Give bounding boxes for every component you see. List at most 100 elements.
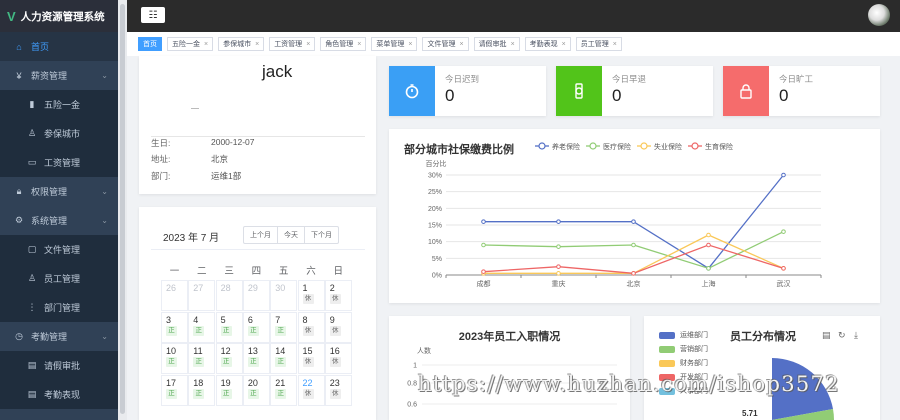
tag-9[interactable]: 员工管理 × [575, 37, 622, 51]
data-point[interactable] [781, 172, 786, 178]
legend-item[interactable]: 财务部门 [659, 358, 708, 368]
close-icon[interactable]: × [511, 41, 515, 48]
sidebar-item-12[interactable]: ▤ 考勤表现 [0, 380, 118, 409]
calendar-day[interactable]: 3正 [161, 311, 188, 343]
data-point[interactable] [481, 219, 486, 224]
calendar-day[interactable]: 14 正 [270, 343, 298, 374]
calendar-day[interactable]: 30 [270, 280, 298, 311]
data-point[interactable] [556, 271, 561, 276]
calendar-day[interactable]: 1休 [297, 280, 325, 311]
calendar-day[interactable]: 26 [161, 280, 188, 311]
stat-icon-box [556, 66, 602, 116]
calendar-day[interactable]: 17 正 [161, 374, 188, 406]
today-button[interactable]: 今天 [278, 227, 305, 243]
user-avatar[interactable] [868, 4, 890, 26]
close-icon[interactable]: × [613, 41, 617, 48]
calendar-title: 2023 年 7 月 [163, 233, 220, 244]
tag-5[interactable]: 菜单管理 × [371, 37, 418, 51]
sidebar-item-2[interactable]: ▮ 五险一金 [0, 90, 118, 119]
sidebar-item-1[interactable]: ¥ 薪资管理 ⌄ [0, 61, 118, 90]
calendar-day[interactable]: 23 休 [324, 374, 352, 406]
tag-8[interactable]: 考勤表现 × [524, 37, 571, 51]
hamburger-toggle-button[interactable]: ☷ [141, 7, 165, 23]
calendar-day[interactable]: 8休 [297, 311, 325, 343]
calendar-day[interactable]: 6正 [242, 311, 270, 343]
data-point[interactable] [706, 266, 711, 271]
data-point[interactable] [781, 266, 786, 271]
sidebar-item-0[interactable]: ⌂ 首页 [0, 32, 118, 61]
calendar-day[interactable]: 2休 [324, 280, 352, 311]
data-point[interactable] [706, 242, 711, 248]
data-point[interactable] [481, 269, 486, 274]
calendar-day[interactable]: 7正 [270, 311, 298, 343]
data-point[interactable] [556, 264, 561, 269]
calendar-day[interactable]: 18 正 [188, 374, 216, 406]
dept-value: 运维1部 [211, 171, 242, 181]
calendar-day[interactable]: 15 休 [297, 343, 325, 374]
calendar-day[interactable]: 28 [215, 280, 243, 311]
sidebar-item-7[interactable]: ▢ 文件管理 [0, 235, 118, 264]
close-icon[interactable]: × [255, 41, 259, 48]
day-number: 2 [329, 283, 335, 293]
legend-label[interactable]: 生育保险 [705, 142, 733, 151]
sidebar-item-6[interactable]: ⚙ 系统管理 ⌄ [0, 206, 118, 235]
data-point[interactable] [781, 229, 786, 234]
stat-card-early-leave: 今日早退 0 [556, 66, 713, 116]
address-value: 北京 [211, 154, 229, 164]
app-brand[interactable]: V 人力资源管理系统 [0, 0, 118, 32]
calendar-day[interactable]: 21 正 [270, 374, 298, 406]
data-point[interactable] [706, 232, 711, 238]
next-month-button[interactable]: 下个月 [305, 227, 338, 243]
calendar-day[interactable]: 27 [188, 280, 216, 311]
prev-month-button[interactable]: 上个月 [244, 227, 278, 243]
data-point[interactable] [631, 219, 636, 224]
data-point[interactable] [631, 242, 636, 248]
calendar-day[interactable]: 19 正 [215, 374, 243, 406]
sidebar-item-10[interactable]: ◷ 考勤管理 ⌄ [0, 322, 118, 351]
close-icon[interactable]: × [562, 41, 566, 48]
data-point[interactable] [481, 242, 486, 248]
tag-4[interactable]: 角色管理 × [320, 37, 367, 51]
legend-label[interactable]: 失业保险 [654, 142, 682, 151]
sidebar-item-4[interactable]: ▭ 工资管理 [0, 148, 118, 177]
tag-2[interactable]: 参保城市 × [218, 37, 265, 51]
calendar-day[interactable]: 16 休 [324, 343, 352, 374]
calendar-day[interactable]: 12 正 [215, 343, 243, 374]
sidebar-item-9[interactable]: ⋮ 部门管理 [0, 293, 118, 322]
calendar-day[interactable]: 22 休 [297, 374, 325, 406]
tag-6[interactable]: 文件管理 × [422, 37, 469, 51]
calendar-day[interactable]: 13 正 [242, 343, 270, 374]
close-icon[interactable]: × [408, 41, 412, 48]
document-icon: ▤ [27, 389, 37, 399]
sidebar-item-5[interactable]: 🔒︎ 权限管理 ⌄ [0, 177, 118, 206]
data-point[interactable] [556, 244, 561, 249]
calendar-day[interactable]: 20 正 [242, 374, 270, 406]
calendar-day[interactable]: 5正 [215, 311, 243, 343]
calendar-day[interactable]: 10 正 [161, 343, 188, 374]
sidebar-item-3[interactable]: ♙ 参保城市 [0, 119, 118, 148]
legend-item[interactable]: 营销部门 [659, 344, 708, 354]
close-icon[interactable]: × [459, 41, 463, 48]
sidebar-item-8[interactable]: ♙ 员工管理 [0, 264, 118, 293]
calendar-day[interactable]: 9休 [324, 311, 352, 343]
sidebar-scrollbar[interactable] [118, 0, 127, 420]
sidebar-item-11[interactable]: ▤ 请假审批 [0, 351, 118, 380]
calendar-day[interactable]: 4正 [188, 311, 216, 343]
y-tick-label: 15% [428, 223, 442, 230]
legend-item[interactable]: 运维部门 [659, 330, 708, 340]
data-point[interactable] [556, 219, 561, 224]
tag-7[interactable]: 请假审批 × [473, 37, 520, 51]
tag-0[interactable]: 首页 [138, 37, 162, 51]
x-tick-label: 北京 [627, 279, 641, 288]
calendar-day[interactable]: 11 正 [188, 343, 216, 374]
calendar-day[interactable]: 29 [242, 280, 270, 311]
close-icon[interactable]: × [357, 41, 361, 48]
close-icon[interactable]: × [306, 41, 310, 48]
legend-label[interactable]: 养老保险 [552, 142, 580, 151]
tag-3[interactable]: 工资管理 × [269, 37, 316, 51]
data-point[interactable] [631, 271, 636, 276]
close-icon[interactable]: × [204, 41, 208, 48]
scrollbar-thumb[interactable] [120, 4, 125, 414]
tag-1[interactable]: 五险一金 × [167, 37, 214, 51]
legend-label[interactable]: 医疗保险 [603, 142, 631, 151]
